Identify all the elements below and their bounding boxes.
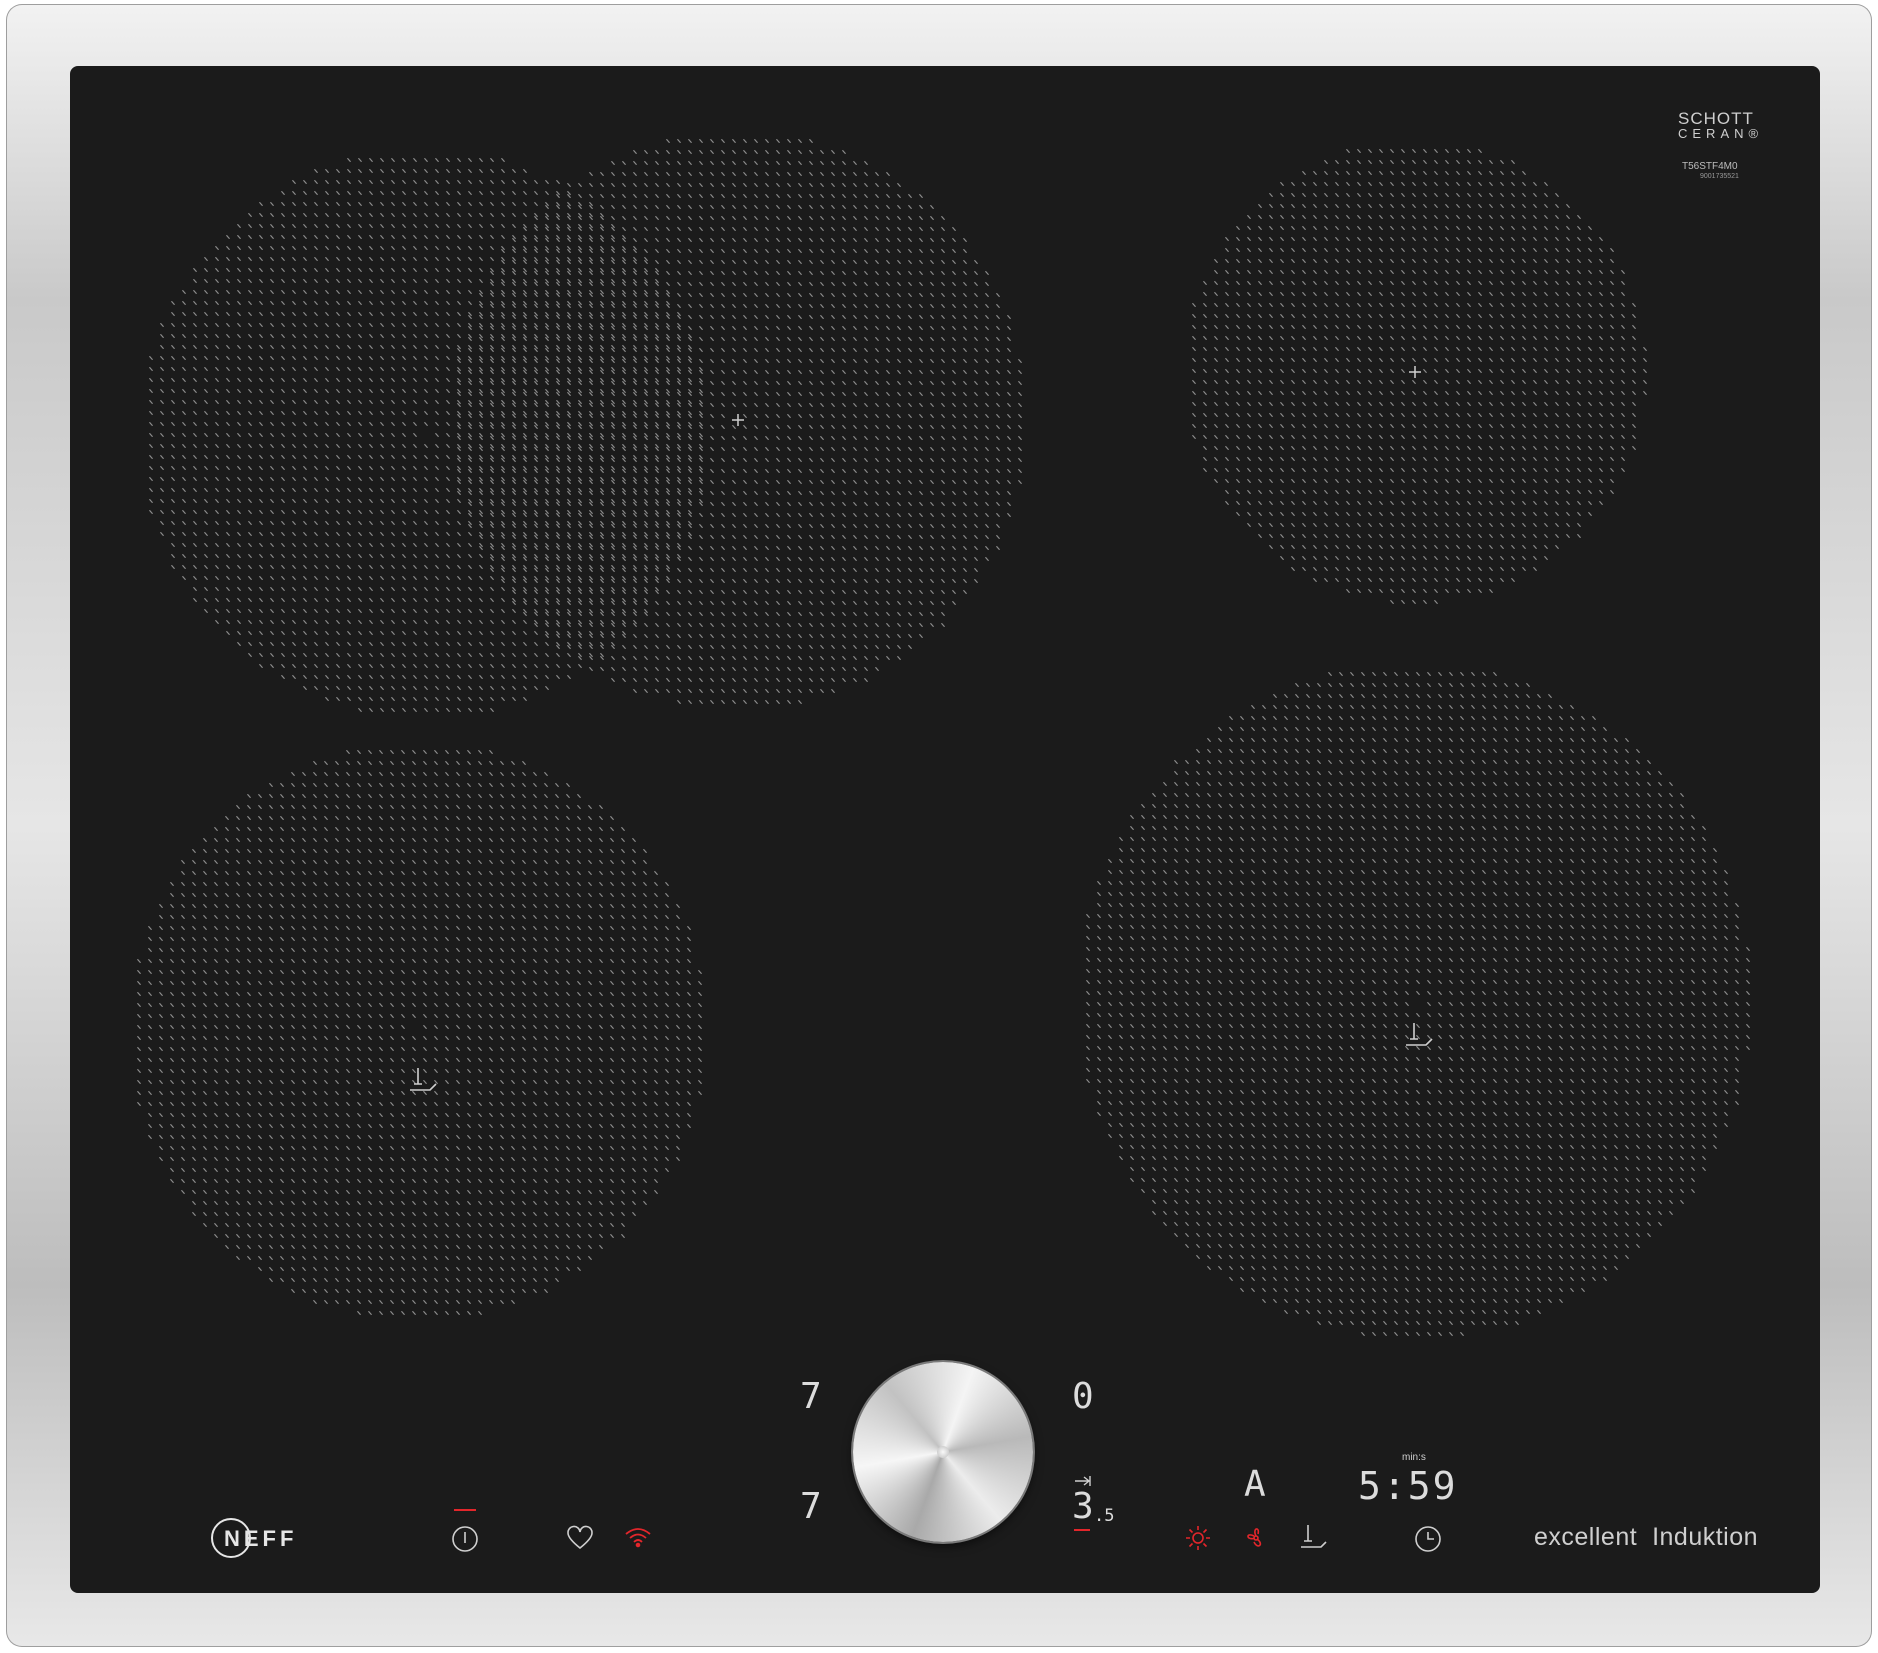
power-icon bbox=[452, 1526, 478, 1552]
zone-center-cross-icon bbox=[1409, 366, 1421, 378]
timer-button[interactable] bbox=[1413, 1524, 1443, 1559]
zone-dot-pattern bbox=[1192, 149, 1647, 604]
zone-center-cross-icon bbox=[732, 414, 744, 426]
neff-logo: NEFF bbox=[210, 1516, 340, 1565]
cooking-zone-rear-center bbox=[457, 139, 1022, 704]
fan-icon bbox=[1247, 1528, 1262, 1547]
power-active-indicator bbox=[454, 1509, 476, 1511]
favourite-button[interactable] bbox=[566, 1525, 594, 1556]
home-connect-button[interactable] bbox=[624, 1526, 652, 1553]
stainless-steel-frame: SCHOTT CERAN® T56STF4M0 9001735521 7 7 0… bbox=[6, 4, 1872, 1647]
sun-button[interactable] bbox=[1184, 1524, 1212, 1557]
sun-icon bbox=[1186, 1526, 1210, 1550]
timer-display: 5:59 bbox=[1358, 1464, 1458, 1508]
clock-icon bbox=[1415, 1526, 1441, 1552]
svg-text:NEFF: NEFF bbox=[224, 1526, 297, 1551]
zone-level-display-rear-left: 7 bbox=[800, 1486, 822, 1527]
timer-unit-label: min:s bbox=[1402, 1452, 1426, 1463]
zone-level-display-front-left: 7 bbox=[800, 1376, 822, 1417]
cooking-zone-front-right bbox=[1086, 672, 1750, 1336]
cooking-zone-rear-right bbox=[1192, 149, 1647, 604]
zone-dot-pattern bbox=[149, 158, 703, 712]
zone-level-decimal: .5 bbox=[1094, 1506, 1115, 1526]
active-zone-indicator bbox=[1074, 1529, 1090, 1531]
model-number: T56STF4M0 bbox=[1682, 161, 1738, 172]
frying-sensor-icon bbox=[1301, 1525, 1327, 1548]
zone-level-display-front-right: 0 bbox=[1072, 1376, 1094, 1417]
ceramic-glass-cooktop: SCHOTT CERAN® T56STF4M0 9001735521 7 7 0… bbox=[70, 66, 1820, 1593]
knob-center bbox=[937, 1446, 949, 1458]
product-slogan: excellent Induktion bbox=[1534, 1523, 1759, 1551]
zone-dot-pattern bbox=[1086, 672, 1750, 1336]
heart-icon bbox=[567, 1525, 593, 1550]
frying-sensor-button[interactable] bbox=[1298, 1522, 1328, 1557]
zone-dot-pattern bbox=[457, 139, 1022, 704]
zone-dot-pattern bbox=[137, 750, 702, 1315]
wifi-icon bbox=[625, 1528, 651, 1548]
zone-level-display-rear-right: 3 bbox=[1072, 1486, 1094, 1527]
cooking-zone-front-left bbox=[137, 750, 702, 1315]
mode-display: A bbox=[1244, 1464, 1266, 1505]
fan-button[interactable] bbox=[1242, 1524, 1270, 1557]
cooking-zone-rear-left bbox=[149, 158, 703, 712]
serial-number: 9001735521 bbox=[1700, 173, 1739, 180]
schott-ceran-logo: SCHOTT CERAN® bbox=[1678, 109, 1764, 141]
twist-pad-control-knob[interactable] bbox=[853, 1362, 1033, 1542]
power-button[interactable] bbox=[450, 1524, 480, 1559]
